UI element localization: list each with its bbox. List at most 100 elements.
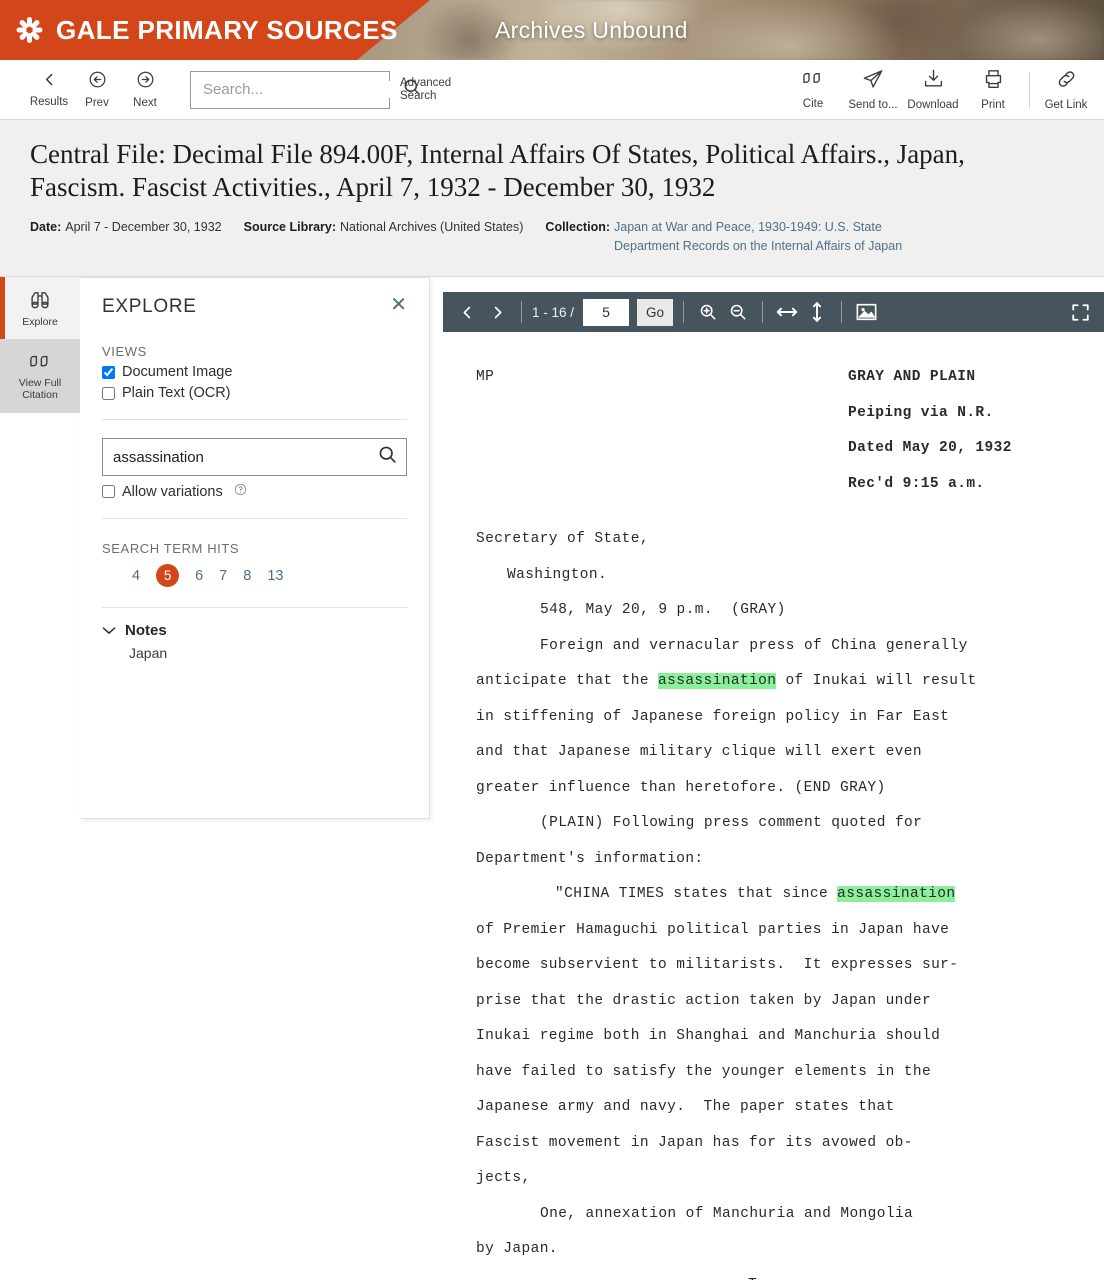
cite-button[interactable]: Cite <box>783 69 843 110</box>
hit-page-link[interactable]: 13 <box>267 568 283 584</box>
zoom-out-icon[interactable] <box>724 298 752 326</box>
document-line: 548, May 20, 9 p.m. (GRAY) <box>540 602 786 618</box>
view-option-plain-text[interactable]: Plain Text (OCR) <box>102 385 407 401</box>
document-line: Two, <box>443 1268 1104 1280</box>
brand-logo-group[interactable]: GALE PRIMARY SOURCES <box>0 0 398 60</box>
plain-text-checkbox[interactable] <box>102 386 115 400</box>
chevron-left-icon <box>41 71 58 93</box>
download-icon <box>922 68 945 95</box>
notes-section-toggle[interactable]: Notes <box>102 622 407 639</box>
document-line: One, annexation of Manchuria and Mongoli… <box>540 1205 914 1222</box>
explore-search-input[interactable] <box>113 448 377 466</box>
document-text: of Inukai will result <box>776 673 977 689</box>
hit-page-link[interactable]: 7 <box>219 568 227 584</box>
document-body-lines: 548, May 20, 9 p.m. (GRAY) Foreign and ve… <box>443 593 1104 1280</box>
viewer-next-page-button[interactable] <box>483 298 511 326</box>
action-toolbar: Results Prev Next AdvancedSearch <box>0 60 1104 120</box>
image-icon[interactable] <box>852 298 880 326</box>
zoom-in-icon[interactable] <box>694 298 722 326</box>
explore-search-box[interactable] <box>102 438 407 476</box>
document-line: jects, <box>476 1170 531 1186</box>
metadata-date: Date: April 7 - December 30, 1932 <box>30 218 222 237</box>
collection-link[interactable]: Japan at War and Peace, 1930-1949: U.S. … <box>614 218 925 256</box>
viewer-prev-page-button[interactable] <box>453 298 481 326</box>
print-button[interactable]: Print <box>963 68 1023 111</box>
explore-panel: EXPLORE ✕ VIEWS Document Image Plain Tex… <box>80 277 430 819</box>
document-line: anticipate that the assassination of Inu… <box>443 664 1104 700</box>
source-library-label: Source Library: <box>243 220 336 234</box>
site-banner: GALE PRIMARY SOURCES Archives Unbound <box>0 0 1104 60</box>
close-icon[interactable]: ✕ <box>390 295 407 315</box>
page-range-label: 1 - 16 / <box>532 304 575 320</box>
scanned-document-page: MP GRAY AND PLAIN Peiping via N.R. Dated… <box>443 332 1104 1280</box>
cite-label: Cite <box>802 98 824 110</box>
document-line: MP GRAY AND PLAIN <box>443 360 1104 396</box>
notes-label: Notes <box>125 622 167 639</box>
document-line: prise that the drastic action taken by J… <box>476 992 932 1009</box>
prev-label: Prev <box>85 97 109 109</box>
document-header-line: Peiping via N.R. <box>848 404 994 421</box>
metadata-collection: Collection: Japan at War and Peace, 1930… <box>545 218 925 256</box>
document-line: become subservient to militarists. It ex… <box>476 957 959 973</box>
page-number-input[interactable] <box>583 298 630 326</box>
document-line: by Japan. <box>476 1241 558 1257</box>
document-line: have failed to satisfy the younger eleme… <box>476 1063 932 1080</box>
views-label: VIEWS <box>102 344 147 359</box>
divider <box>102 607 407 608</box>
next-button[interactable]: Next <box>122 70 168 109</box>
hit-page-link[interactable]: 8 <box>243 568 251 584</box>
allow-variations-label: Allow variations <box>122 483 223 500</box>
fullscreen-icon[interactable] <box>1066 298 1094 326</box>
explore-panel-header: EXPLORE ✕ <box>102 295 407 318</box>
search-term-highlight: assassination <box>837 886 956 902</box>
document-metadata: Date: April 7 - December 30, 1932 Source… <box>30 218 1074 256</box>
go-button[interactable]: Go <box>637 298 674 326</box>
document-header-line: Dated May 20, 1932 <box>848 440 1012 456</box>
search-term-hits-list: 4 5 6 7 8 13 <box>102 564 407 587</box>
document-line: in stiffening of Japanese foreign policy… <box>476 708 950 725</box>
explore-panel-title: EXPLORE <box>102 296 197 317</box>
advanced-search-link[interactable]: Advanced Search <box>400 77 462 103</box>
document-header-line: Rec'd 9:15 a.m. <box>848 475 985 492</box>
page-title: Central File: Decimal File 894.00F, Inte… <box>30 139 965 202</box>
collection-label: Collection: <box>545 220 611 234</box>
printer-icon <box>982 68 1005 95</box>
navigation-group: Results Prev Next <box>0 70 168 109</box>
get-link-button[interactable]: Get Link <box>1036 68 1096 111</box>
document-line: and that Japanese military clique will e… <box>476 744 922 760</box>
global-search-box[interactable] <box>190 70 420 109</box>
document-mark: MP <box>476 369 495 385</box>
sidebar-item-explore[interactable]: Explore <box>0 277 80 339</box>
chevron-down-icon <box>102 622 116 639</box>
send-to-button[interactable]: Send to... <box>843 68 903 111</box>
search-icon[interactable] <box>377 444 398 470</box>
search-input[interactable] <box>203 81 402 98</box>
document-tools: Cite Send to... Download Print Get Link <box>783 68 1096 111</box>
view-option-document-image[interactable]: Document Image <box>102 364 407 380</box>
allow-variations-checkbox[interactable] <box>102 485 115 498</box>
notes-value: Japan <box>129 645 168 661</box>
product-title: Archives Unbound <box>495 16 688 43</box>
toolbar-divider <box>683 301 685 323</box>
date-label: Date: <box>30 220 62 234</box>
left-rail: Explore View Full Citation <box>0 277 80 413</box>
prev-button[interactable]: Prev <box>74 70 120 109</box>
quote-icon <box>801 69 825 94</box>
hit-page-link-selected[interactable]: 5 <box>156 564 180 587</box>
allow-variations-option[interactable]: Allow variations <box>102 483 407 500</box>
document-line: Department's information: <box>476 850 704 867</box>
results-button[interactable]: Results <box>26 71 72 108</box>
next-label: Next <box>133 97 157 109</box>
download-button[interactable]: Download <box>903 68 963 111</box>
document-image-checkbox[interactable] <box>102 365 115 379</box>
fit-width-icon[interactable] <box>773 298 801 326</box>
circle-arrow-right-icon <box>136 70 155 94</box>
hit-page-link[interactable]: 4 <box>132 568 140 584</box>
help-icon[interactable] <box>234 483 247 500</box>
sidebar-item-view-full-citation[interactable]: View Full Citation <box>0 339 80 413</box>
fit-height-icon[interactable] <box>803 298 831 326</box>
document-line: Peiping via N.R. <box>443 396 1104 432</box>
results-label: Results <box>29 96 69 108</box>
hit-page-link[interactable]: 6 <box>195 568 203 584</box>
document-line: greater influence than heretofore. (END … <box>476 779 886 796</box>
